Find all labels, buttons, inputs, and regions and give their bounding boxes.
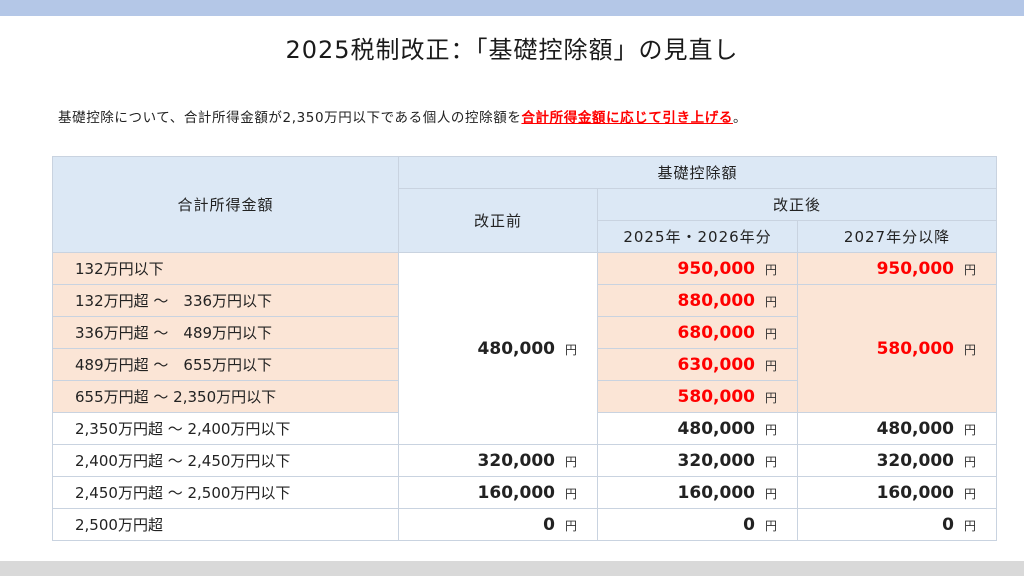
before-value: 0 xyxy=(543,514,555,535)
income-range-cell: 2,500万円超 xyxy=(52,508,399,541)
yen-unit: 円 xyxy=(764,262,777,277)
header-deduction: 基礎控除額 xyxy=(397,156,998,189)
bottom-accent-bar xyxy=(0,561,1024,576)
before-value: 480,000 xyxy=(477,338,555,359)
after-2025-value-cell: 880,000 円 xyxy=(597,284,798,317)
yen-unit: 円 xyxy=(764,294,777,309)
before-value-cell: 320,000 円 xyxy=(398,444,598,477)
yen-unit: 円 xyxy=(564,518,577,533)
income-range-cell: 132万円超 ～ 336万円以下 xyxy=(52,284,399,317)
after-2025-value: 160,000 xyxy=(677,482,755,503)
yen-unit: 円 xyxy=(564,486,577,501)
before-value-cell: 480,000 円 xyxy=(398,252,598,445)
header-2025-2026: 2025年・2026年分 xyxy=(597,220,798,253)
after-2025-value-cell: 0円 xyxy=(597,508,798,541)
yen-unit: 円 xyxy=(764,486,777,501)
income-range-cell: 489万円超 ～ 655万円以下 xyxy=(52,348,399,381)
after-2025-value: 630,000 xyxy=(677,354,755,375)
after-2027-value-cell: 0円 xyxy=(796,508,998,541)
after-2027-value: 950,000 xyxy=(876,258,954,279)
income-range-cell: 2,350万円超 ～ 2,400万円以下 xyxy=(52,412,399,445)
after-2025-value-cell: 160,000 円 xyxy=(597,476,798,509)
yen-unit: 円 xyxy=(764,326,777,341)
yen-unit: 円 xyxy=(964,486,977,501)
before-value: 160,000 xyxy=(477,482,555,503)
after-2027-value-cell: 950,000 円 xyxy=(796,252,998,285)
after-2025-value-cell: 320,000 円 xyxy=(597,444,798,477)
table-row: 2,450万円超 ～ 2,500万円以下 160,000 円 160,000 円 1… xyxy=(52,476,998,509)
header-income: 合計所得金額 xyxy=(52,156,399,253)
yen-unit: 円 xyxy=(764,358,777,373)
after-2025-value-cell: 480,000 円 xyxy=(597,412,798,445)
page-title: 2025税制改正：「基礎控除額」の見直し xyxy=(285,36,739,64)
yen-unit: 円 xyxy=(764,390,777,405)
income-range-cell: 2,400万円超 ～ 2,450万円以下 xyxy=(52,444,399,477)
income-range-cell: 336万円超 ～ 489万円以下 xyxy=(52,316,399,349)
after-2025-value: 880,000 xyxy=(677,290,755,311)
intro-suffix: 。 xyxy=(732,110,748,126)
table-row: 2,400万円超 ～ 2,450万円以下 320,000 円 320,000 円 3… xyxy=(52,444,998,477)
header-before: 改正前 xyxy=(398,188,598,253)
header-row: 合計所得金額 基礎控除額 xyxy=(52,156,998,253)
intro-highlight: 合計所得金額に応じて引き上げる xyxy=(521,110,733,126)
after-2027-value-cell: 160,000 円 xyxy=(796,476,998,509)
after-2025-value: 580,000 xyxy=(677,386,755,407)
header-after: 改正後 xyxy=(596,188,998,221)
after-2027-value-cell: 580,000 円 xyxy=(796,284,998,413)
yen-unit: 円 xyxy=(764,518,777,533)
after-2025-value: 480,000 xyxy=(677,418,755,439)
after-2027-value-cell: 480,000 円 xyxy=(796,412,998,445)
yen-unit: 円 xyxy=(964,518,977,533)
after-2027-value: 160,000 xyxy=(876,482,954,503)
after-2025-value-cell: 580,000 円 xyxy=(597,380,798,413)
after-2027-value: 0 xyxy=(942,514,954,535)
yen-unit: 円 xyxy=(564,342,577,357)
yen-unit: 円 xyxy=(564,454,577,469)
after-2025-value-cell: 950,000 円 xyxy=(597,252,798,285)
table-row: 132万円以下 480,000 円 950,000 円 950,000 円 xyxy=(52,252,998,445)
after-2027-value: 580,000 xyxy=(876,338,954,359)
before-value-cell: 160,000 円 xyxy=(398,476,598,509)
intro-text: 基礎控除について、合計所得金額が2,350万円以下である個人の控除額を合計所得金… xyxy=(58,106,1018,126)
before-value-cell: 0円 xyxy=(398,508,598,541)
yen-unit: 円 xyxy=(964,454,977,469)
before-value: 320,000 xyxy=(477,450,555,471)
income-range-cell: 2,450万円超 ～ 2,500万円以下 xyxy=(52,476,399,509)
income-range-cell: 655万円超 ～ 2,350万円以下 xyxy=(52,380,399,413)
after-2025-value-cell: 630,000 円 xyxy=(597,348,798,381)
income-range-cell: 132万円以下 xyxy=(52,252,399,285)
yen-unit: 円 xyxy=(964,342,977,357)
after-2027-value: 480,000 xyxy=(876,418,954,439)
yen-unit: 円 xyxy=(964,422,977,437)
intro-prefix: 基礎控除について、合計所得金額が2,350万円以下である個人の控除額を xyxy=(58,110,522,126)
after-2025-value: 950,000 xyxy=(677,258,755,279)
after-2025-value: 680,000 xyxy=(677,322,755,343)
after-2025-value: 0 xyxy=(743,514,755,535)
yen-unit: 円 xyxy=(764,422,777,437)
yen-unit: 円 xyxy=(764,454,777,469)
top-accent-bar xyxy=(0,0,1024,16)
table-row: 2,500万円超 0円 0円 0円 xyxy=(52,508,998,541)
yen-unit: 円 xyxy=(964,262,977,277)
after-2025-value-cell: 680,000 円 xyxy=(597,316,798,349)
after-2025-value: 320,000 xyxy=(677,450,755,471)
header-2027: 2027年分以降 xyxy=(796,220,998,253)
after-2027-value: 320,000 xyxy=(876,450,954,471)
deduction-table: 合計所得金額 基礎控除額 改正前 改正後 2025年・2026年分 2027年分… xyxy=(52,156,998,541)
after-2027-value-cell: 320,000 円 xyxy=(796,444,998,477)
